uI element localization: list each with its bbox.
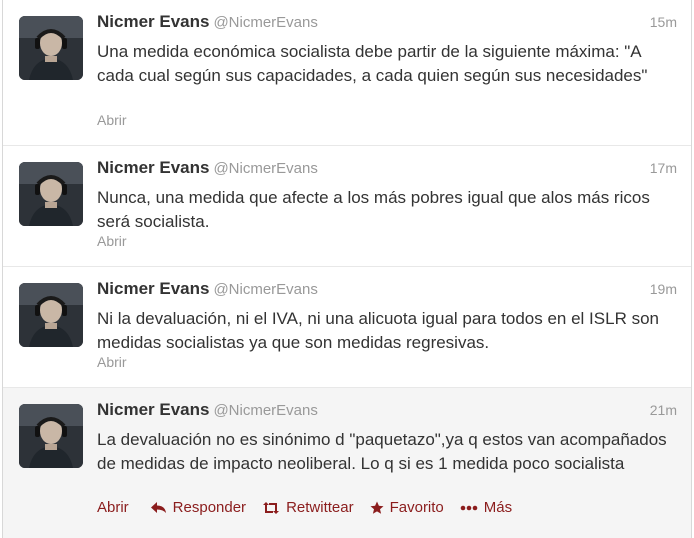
tweet-text: La devaluación no es sinónimo d "paqueta… <box>97 430 667 473</box>
author-handle[interactable]: @NicmerEvans <box>213 281 317 298</box>
open-link[interactable]: Abrir <box>97 233 127 249</box>
tweet-timestamp[interactable]: 17m <box>650 160 677 176</box>
tweet-author[interactable]: Nicmer Evans @NicmerEvans <box>97 279 318 299</box>
reply-button[interactable]: Responder <box>150 499 247 516</box>
tweet[interactable]: Nicmer Evans @NicmerEvans 19m Ni la deval… <box>3 267 691 388</box>
tweet-text: Una medida económica socialista debe par… <box>97 42 648 85</box>
author-name[interactable]: Nicmer Evans <box>97 158 209 177</box>
favorite-label: Favorito <box>389 499 444 516</box>
author-handle[interactable]: @NicmerEvans <box>213 402 317 419</box>
tweet-actions: Abrir Responder Retwittear Favorito Más <box>97 499 528 516</box>
reply-arrow-icon <box>150 501 166 513</box>
more-button[interactable]: Más <box>460 499 512 516</box>
more-label: Más <box>483 499 513 516</box>
tweet[interactable]: Nicmer Evans @NicmerEvans 15m Una medida … <box>3 0 691 146</box>
tweet-timestamp[interactable]: 21m <box>650 402 677 418</box>
open-link[interactable]: Abrir <box>97 499 129 516</box>
author-name[interactable]: Nicmer Evans <box>97 279 209 298</box>
open-link[interactable]: Abrir <box>97 354 127 370</box>
favorite-button[interactable]: Favorito <box>370 499 444 516</box>
tweet[interactable]: Nicmer Evans @NicmerEvans 17m Nunca, una … <box>3 146 691 267</box>
tweet-hovered[interactable]: Nicmer Evans @NicmerEvans 21m La devaluac… <box>3 388 691 538</box>
tweet-author[interactable]: Nicmer Evans @NicmerEvans <box>97 400 318 420</box>
avatar[interactable] <box>19 404 83 468</box>
tweet-text: Nunca, una medida que afecte a los más p… <box>97 188 650 231</box>
author-handle[interactable]: @NicmerEvans <box>213 160 317 177</box>
tweet-timeline: Nicmer Evans @NicmerEvans 15m Una medida … <box>2 0 692 538</box>
tweet-text: Ni la devaluación, ni el IVA, ni una ali… <box>97 309 659 352</box>
author-handle[interactable]: @NicmerEvans <box>213 14 317 31</box>
author-name[interactable]: Nicmer Evans <box>97 400 209 419</box>
avatar[interactable] <box>19 16 83 80</box>
retweet-icon <box>263 501 280 514</box>
reply-label: Responder <box>172 499 247 516</box>
tweet-timestamp[interactable]: 15m <box>650 14 677 30</box>
avatar[interactable] <box>19 162 83 226</box>
tweet-author[interactable]: Nicmer Evans @NicmerEvans <box>97 12 318 32</box>
retweet-label: Retwittear <box>286 499 354 516</box>
author-name[interactable]: Nicmer Evans <box>97 12 209 31</box>
more-dots-icon <box>460 505 478 510</box>
star-icon <box>370 501 384 514</box>
tweet-timestamp[interactable]: 19m <box>650 281 677 297</box>
avatar[interactable] <box>19 283 83 347</box>
open-link[interactable]: Abrir <box>97 112 127 128</box>
tweet-author[interactable]: Nicmer Evans @NicmerEvans <box>97 158 318 178</box>
retweet-button[interactable]: Retwittear <box>262 499 354 516</box>
